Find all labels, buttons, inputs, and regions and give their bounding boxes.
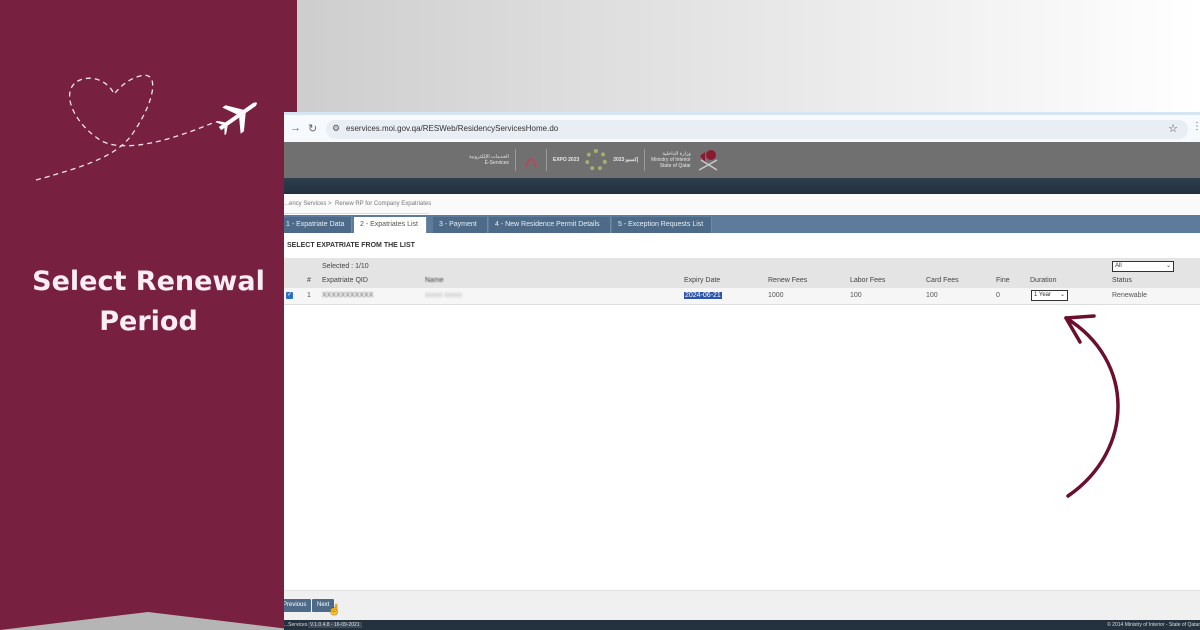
section-title: SELECT EXPATRIATE FROM THE LIST: [287, 242, 415, 249]
forward-arrow-icon[interactable]: →: [290, 122, 301, 134]
hand-cursor-icon: ☝: [328, 605, 341, 616]
airplane-icon: [215, 102, 257, 136]
column-header-labor-fees[interactable]: Labor Fees: [850, 277, 885, 284]
panel-title-line1: Select Renewal: [32, 266, 265, 297]
tab-exception-requests-list[interactable]: 5 - Exception Requests List: [612, 217, 712, 233]
column-header-qid[interactable]: Expatriate QID: [322, 277, 368, 284]
column-header-index: #: [307, 277, 311, 284]
row-labor-fees: 100: [850, 292, 862, 299]
footer-version: V.1.0.4.8 - 16-09-2021: [308, 622, 362, 628]
tab-new-residence-permit-details[interactable]: 4 - New Residence Permit Details: [489, 217, 611, 233]
panel-title-line2: Period: [99, 306, 198, 337]
expo-label: EXPO 2023: [552, 157, 580, 163]
column-header-status[interactable]: Status: [1112, 277, 1132, 284]
status-filter-select[interactable]: All ⌄: [1112, 261, 1174, 272]
column-header-name[interactable]: Name: [425, 277, 444, 284]
ministry-logo-text: وزارة الداخلية Ministry of Interior Stat…: [651, 151, 691, 169]
eservices-logo: الخدمات الإلكترونية E-Services: [469, 154, 509, 166]
row-expiry-date: 2024-06-21: [684, 292, 722, 299]
breadcrumb-underline: [284, 213, 429, 214]
bookmark-star-icon[interactable]: ☆: [1168, 122, 1178, 135]
qatar-emblem-icon: [698, 150, 718, 171]
logo-divider: [514, 149, 516, 171]
tab-payment[interactable]: 3 - Payment: [433, 217, 488, 233]
logo-divider: [545, 149, 547, 171]
breadcrumb-item-current: Renew RP for Company Expatriates: [335, 201, 432, 207]
row-name: xxxxx xxxxx: [425, 292, 462, 299]
column-header-card-fees[interactable]: Card Fees: [926, 277, 959, 284]
site-nav-band: [284, 178, 1200, 194]
breadcrumb: ...ency Services > Renew RP for Company …: [284, 194, 1200, 214]
selected-count: Selected : 1/10: [322, 263, 369, 270]
menu-icon[interactable]: ⋮: [1192, 121, 1200, 132]
chevron-down-icon: ⌄: [1059, 292, 1065, 298]
column-header-fine[interactable]: Fine: [996, 277, 1010, 284]
row-card-fees: 100: [926, 292, 938, 299]
row-checkbox[interactable]: ✓: [286, 292, 293, 299]
breadcrumb-separator: >: [328, 201, 332, 207]
tab-expatriate-data[interactable]: 1 - Expatriate Data: [284, 217, 352, 233]
footer-copyright: © 2014 Ministry of Interior - State of Q…: [1107, 622, 1200, 628]
column-header-expiry-date[interactable]: Expiry Date: [684, 277, 720, 284]
column-header-duration[interactable]: Duration: [1030, 277, 1056, 284]
row-fine: 0: [996, 292, 1000, 299]
status-filter-value: All: [1115, 263, 1122, 269]
duration-value: 1 Year: [1034, 292, 1052, 298]
footer-left-text: ...Services: [284, 622, 308, 628]
address-bar[interactable]: ⚙ eservices.moi.gov.qa/RESWeb/ResidencyS…: [326, 120, 1188, 139]
row-renew-fees: 1000: [768, 292, 784, 299]
chevron-down-icon: ⌄: [1165, 263, 1171, 269]
tab-expatriates-list[interactable]: 2 - Expatriates List: [354, 217, 427, 233]
eservices-label: E-Services: [484, 160, 509, 166]
panel-title: Select Renewal Period: [0, 262, 297, 342]
row-index: 1: [307, 292, 311, 299]
site-header: الخدمات الإلكترونية E-Services EXPO 2023…: [284, 142, 1200, 178]
wizard-footer: Previous Next ☝: [284, 590, 1200, 621]
bottom-chevron-shape: [0, 612, 297, 630]
ministry-sub: State of Qatar: [659, 163, 691, 169]
url-text[interactable]: eservices.moi.gov.qa/RESWeb/ResidencySer…: [346, 124, 558, 133]
left-panel: Select Renewal Period: [0, 0, 297, 630]
site-settings-icon[interactable]: ⚙: [332, 123, 340, 134]
browser-toolbar: → ↻ ⚙ eservices.moi.gov.qa/RESWeb/Reside…: [284, 112, 1200, 142]
previous-button[interactable]: Previous: [284, 599, 312, 612]
logo-divider: [644, 149, 646, 171]
wizard-tabs: 1 - Expatriate Data 2 - Expatriates List…: [284, 215, 1200, 233]
heart-airplane-decoration: [35, 74, 257, 181]
dashed-heart-path: [35, 74, 216, 181]
expo-ring-icon: [585, 149, 608, 171]
expo-arabic: إكسبو 2023: [613, 157, 639, 163]
annotation-arrow-icon: [1064, 314, 1120, 498]
reload-icon[interactable]: ↻: [308, 122, 317, 135]
site-footer: ...Services V.1.0.4.8 - 16-09-2021 © 201…: [284, 620, 1200, 630]
row-qid: XXXXXXXXXXX: [322, 292, 374, 299]
column-header-renew-fees[interactable]: Renew Fees: [768, 277, 807, 284]
row-status: Renewable: [1112, 292, 1148, 299]
breadcrumb-item[interactable]: ...ency Services: [284, 201, 326, 207]
national-vision-logo-icon: [524, 158, 537, 168]
header-logos: الخدمات الإلكترونية E-Services EXPO 2023…: [469, 144, 719, 176]
